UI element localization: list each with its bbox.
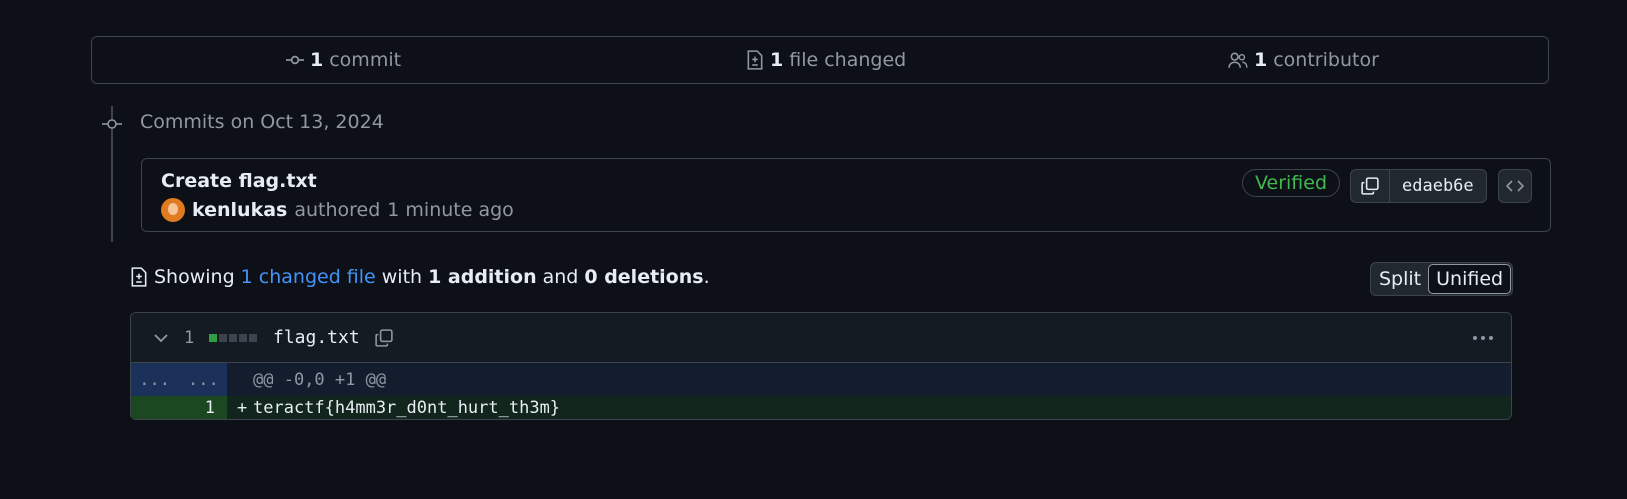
file-change-count: 1 — [184, 327, 195, 348]
files-label: file changed — [789, 49, 907, 71]
file-diff: 1 flag.txt ... ... @@ -0,0 +1 @@ 1 + ter… — [130, 312, 1512, 420]
new-line-number[interactable]: 1 — [131, 396, 227, 419]
authored-label: authored — [294, 199, 381, 221]
copy-filename-button[interactable] — [375, 313, 393, 362]
diff-line-addition: 1 + teractf{h4mm3r_d0nt_hurt_th3m} — [131, 396, 1511, 419]
kebab-icon — [1472, 335, 1494, 341]
split-view-button[interactable]: Split — [1372, 264, 1428, 294]
copy-icon — [1361, 177, 1379, 195]
diff-stats-line: Showing 1 changed file with 1 addition a… — [130, 266, 710, 288]
files-count: 1 — [770, 49, 784, 71]
files-changed-summary[interactable]: 1 file changed — [746, 37, 906, 83]
chevron-down-icon — [153, 333, 169, 343]
additions-count: 1 addition — [428, 266, 537, 288]
commit-sha-link[interactable]: edaeb6e — [1390, 170, 1486, 202]
file-diff-header: 1 flag.txt — [131, 313, 1511, 363]
people-icon — [1228, 51, 1248, 69]
commit-card: Create flag.txt kenlukas authored 1 minu… — [141, 158, 1551, 232]
with-label: with — [381, 266, 423, 288]
commits-label: commit — [329, 49, 402, 71]
hunk-header-row: ... ... @@ -0,0 +1 @@ — [131, 363, 1511, 396]
browse-repo-button[interactable] — [1498, 169, 1532, 203]
file-diff-icon — [746, 50, 764, 70]
git-commit-icon — [286, 51, 304, 69]
commit-title-link[interactable]: Create flag.txt — [161, 170, 317, 192]
copy-sha-button[interactable] — [1351, 170, 1390, 202]
contributors-label: contributor — [1273, 49, 1379, 71]
hunk-header-text: @@ -0,0 +1 @@ — [253, 369, 387, 390]
commit-summary-bar: 1 commit 1 file changed 1 contributor — [91, 36, 1549, 84]
and-label: and — [542, 266, 579, 288]
commit-meta: kenlukas authored 1 minute ago — [161, 198, 514, 222]
contributors-count: 1 — [1254, 49, 1268, 71]
diffstat-boxes — [209, 313, 257, 362]
file-options-button[interactable] — [1472, 313, 1494, 362]
hunk-gutter-old: ... — [139, 369, 170, 390]
period-label: . — [703, 266, 710, 288]
verified-badge[interactable]: Verified — [1242, 169, 1341, 197]
code-icon — [1506, 179, 1524, 193]
showing-label: Showing — [154, 266, 235, 288]
hunk-gutter-new: ... — [188, 369, 219, 390]
diff-view-toggle: Split Unified — [1370, 262, 1514, 296]
contributors-summary[interactable]: 1 contributor — [1228, 37, 1379, 83]
diff-code: teractf{h4mm3r_d0nt_hurt_th3m} — [253, 398, 561, 418]
file-diff-icon — [130, 267, 148, 287]
git-commit-icon — [102, 116, 122, 132]
avatar[interactable] — [161, 198, 185, 222]
copy-icon — [375, 328, 393, 347]
file-name-link[interactable]: flag.txt — [273, 313, 360, 362]
commits-count: 1 — [310, 49, 324, 71]
commit-time: 1 minute ago — [387, 199, 514, 221]
commit-sha-group: edaeb6e — [1350, 169, 1487, 203]
deletions-count: 0 deletions — [584, 266, 704, 288]
unified-view-button[interactable]: Unified — [1428, 264, 1512, 294]
expand-hunk-button[interactable]: ... ... — [131, 363, 227, 396]
author-link[interactable]: kenlukas — [192, 199, 287, 221]
addition-sign: + — [237, 398, 248, 418]
changed-files-link[interactable]: 1 changed file — [241, 266, 376, 288]
collapse-file-button[interactable] — [153, 313, 169, 362]
commits-summary[interactable]: 1 commit — [286, 37, 401, 83]
commits-date-heading: Commits on Oct 13, 2024 — [140, 111, 384, 133]
